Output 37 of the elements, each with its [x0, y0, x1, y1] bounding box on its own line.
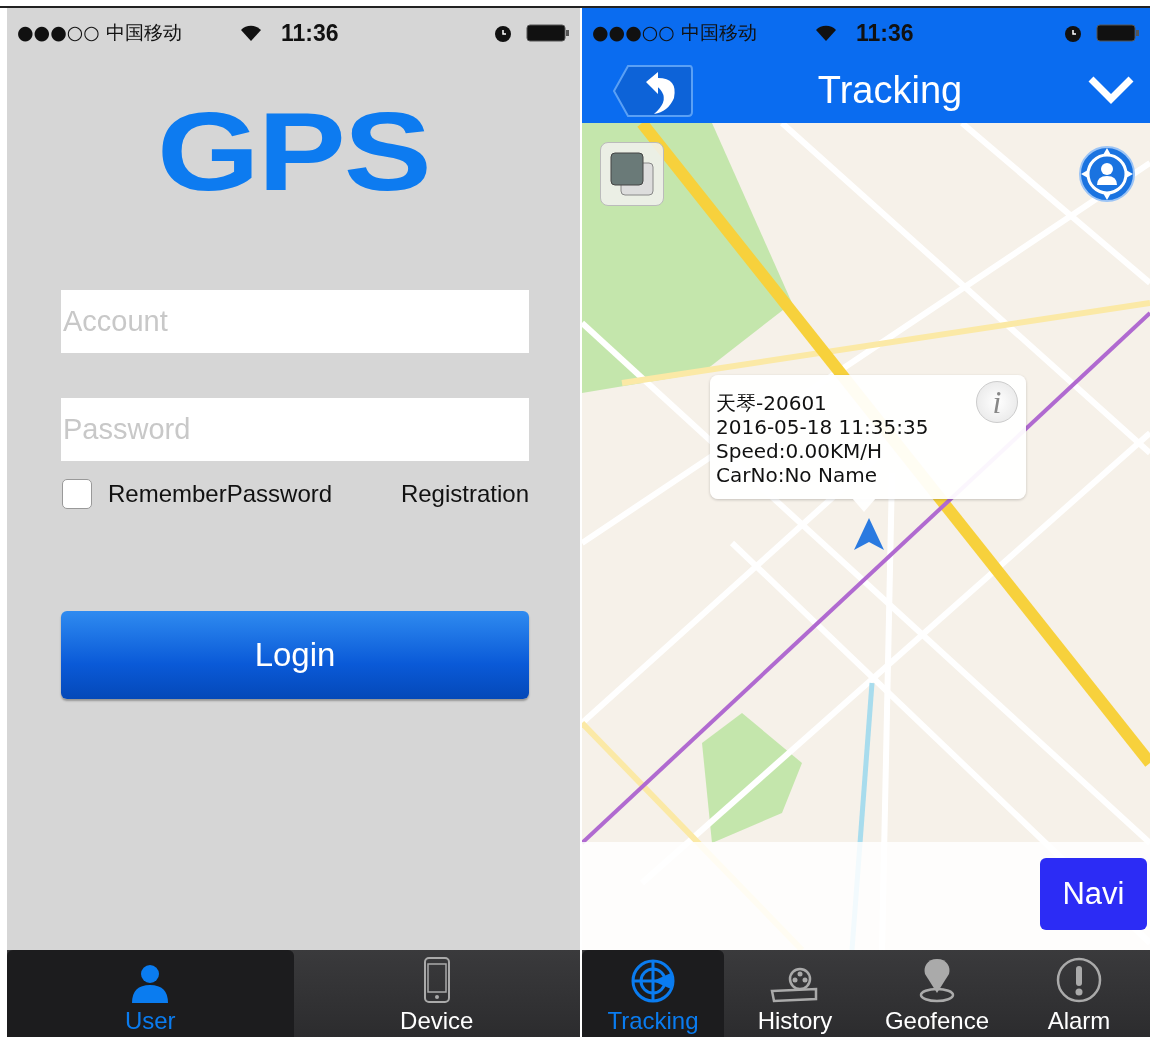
- login-button[interactable]: Login: [61, 611, 529, 699]
- navi-button[interactable]: Navi: [1040, 858, 1147, 930]
- tab[interactable]: Alarm: [1008, 950, 1150, 1037]
- tab[interactable]: History: [724, 950, 866, 1037]
- callout-text: 2016-05-18 11:35:35: [716, 415, 929, 439]
- callout-text: CarNo:No Name: [716, 463, 877, 487]
- wifi-icon: [816, 25, 836, 41]
- carrier-label: ●●●○○ 中国移动: [592, 20, 758, 45]
- alarm-clock-icon: [1064, 24, 1082, 42]
- checkbox[interactable]: [62, 479, 92, 509]
- user-icon: [132, 963, 169, 1003]
- back-button[interactable]: [612, 63, 694, 118]
- battery-icon: [1096, 24, 1140, 42]
- tab[interactable]: Tracking: [582, 950, 724, 1037]
- callout-text: Speed:0.00KM/H: [716, 439, 883, 463]
- clock-time: 11:36: [281, 19, 340, 47]
- tab[interactable]: Device: [293, 950, 580, 1037]
- map-pin-icon: [917, 957, 957, 1003]
- film-reel-icon: [770, 967, 820, 1003]
- battery-icon: [526, 24, 570, 42]
- phone-icon: [423, 957, 450, 1003]
- car-arrow-icon: [854, 518, 884, 550]
- screen-title: Tracking: [816, 69, 964, 112]
- tab[interactable]: User: [7, 950, 294, 1037]
- clock-time: 11:36: [856, 19, 915, 47]
- tab[interactable]: Geofence: [866, 950, 1008, 1037]
- wifi-icon: [241, 25, 261, 41]
- callout-text: 天琴-20601: [716, 391, 827, 415]
- alarm-clock-icon: [494, 24, 512, 42]
- locate-button[interactable]: [1078, 145, 1136, 203]
- radar-icon: [631, 959, 675, 1003]
- gps-logo: GPS: [157, 95, 430, 209]
- checkbox-label: RememberPassword: [108, 480, 333, 508]
- alert-icon: [1056, 957, 1102, 1003]
- map-layers-button[interactable]: [600, 142, 664, 206]
- registration-link[interactable]: Registration: [400, 480, 529, 508]
- carrier-label: ●●●○○ 中国移动: [17, 20, 183, 45]
